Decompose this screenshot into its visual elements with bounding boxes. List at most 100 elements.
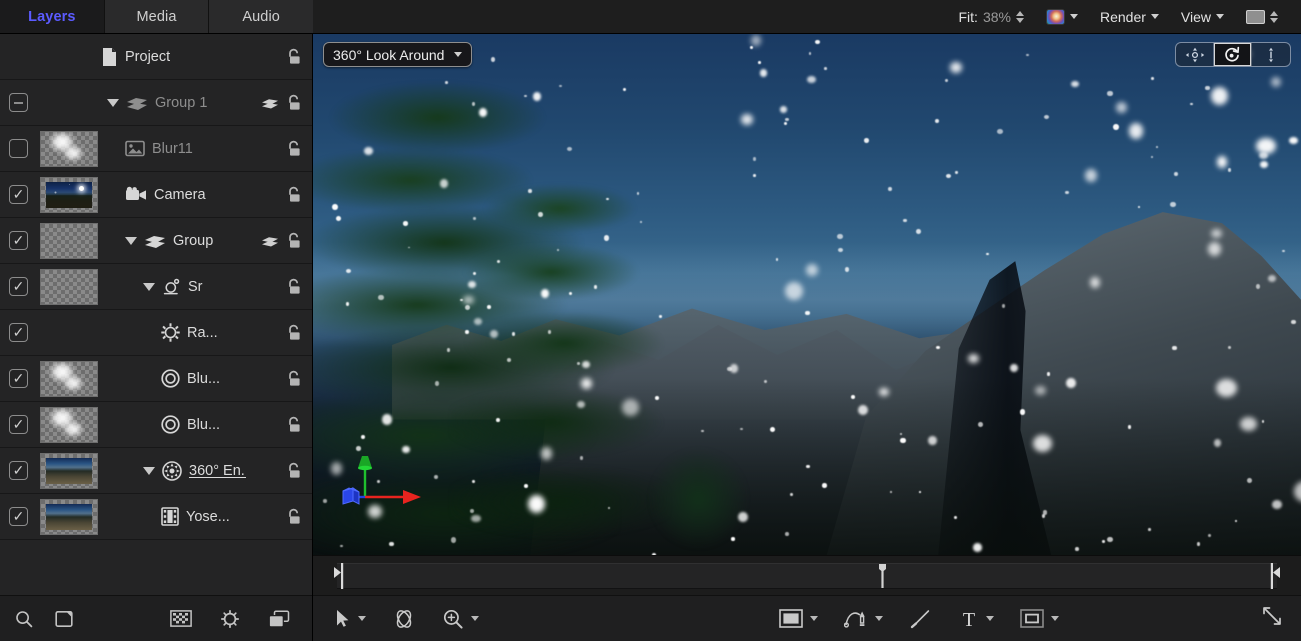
row-name-cell[interactable]: Camera [101, 186, 250, 203]
paint-stroke-tool[interactable] [909, 608, 933, 630]
lock-open-icon[interactable] [286, 48, 302, 65]
layer-row[interactable]: Group 1 [0, 80, 312, 126]
orbit-view-button[interactable] [1214, 43, 1252, 66]
disclosure-triangle-icon[interactable] [143, 283, 155, 291]
layer-visibility-checkbox[interactable] [9, 369, 28, 388]
timeline-track[interactable] [337, 563, 1277, 589]
canvas-viewport[interactable]: 360° Look Around [313, 34, 1301, 555]
chevron-down-icon[interactable] [875, 616, 883, 621]
orbit-atom-icon[interactable] [392, 608, 416, 630]
rectangle-shape-icon[interactable] [779, 609, 803, 628]
row-checkbox-cell[interactable] [0, 93, 37, 112]
text-t-icon[interactable]: T [959, 608, 979, 630]
chevron-down-icon[interactable] [1051, 616, 1059, 621]
magnifier-plus-icon[interactable] [442, 608, 464, 630]
out-point-marker[interactable] [1269, 563, 1281, 589]
text-tool[interactable]: T [959, 608, 994, 630]
disclosure-triangle-icon[interactable] [125, 237, 137, 245]
fit-stepper-icon[interactable] [1016, 11, 1024, 23]
layer-row[interactable]: Blu... [0, 356, 312, 402]
layer-row[interactable]: Blu... [0, 402, 312, 448]
layer-row[interactable]: Yose... [0, 494, 312, 540]
lock-open-icon[interactable] [286, 94, 302, 111]
row-checkbox-cell[interactable] [0, 185, 37, 204]
lock-open-icon[interactable] [286, 370, 302, 387]
row-checkbox-cell[interactable] [0, 139, 37, 158]
tab-audio[interactable]: Audio [209, 0, 313, 33]
fit-zoom-control[interactable]: Fit: 38% [948, 4, 1035, 30]
fullscreen-toggle-icon[interactable] [1261, 605, 1283, 627]
tab-media[interactable]: Media [105, 0, 210, 33]
chevron-down-icon[interactable] [1070, 14, 1078, 19]
3d-transform-tool[interactable] [392, 608, 416, 630]
chevron-down-icon[interactable] [358, 616, 366, 621]
gear-icon[interactable] [220, 609, 240, 629]
row-checkbox-cell[interactable] [0, 415, 37, 434]
3d-axis-gizmo[interactable] [341, 447, 427, 513]
layer-row[interactable]: Sr [0, 264, 312, 310]
lock-open-icon[interactable] [286, 508, 302, 525]
row-name-cell[interactable]: 360° En... [101, 461, 250, 481]
layer-visibility-checkbox[interactable] [9, 507, 28, 526]
row-name-cell[interactable]: Ra... [101, 323, 250, 342]
lock-open-icon[interactable] [286, 416, 302, 433]
chevron-down-icon[interactable] [986, 616, 994, 621]
layer-visibility-checkbox[interactable] [9, 185, 28, 204]
pan-view-button[interactable] [1176, 43, 1214, 66]
view-menu[interactable]: View [1170, 4, 1235, 30]
chevron-down-icon[interactable] [810, 616, 818, 621]
row-checkbox-cell[interactable] [0, 369, 37, 388]
in-point-marker[interactable] [333, 563, 345, 589]
layer-row[interactable]: 360° En... [0, 448, 312, 494]
row-checkbox-cell[interactable] [0, 461, 37, 480]
layer-row-project[interactable]: Project [0, 34, 312, 80]
chevron-down-icon[interactable] [1151, 14, 1159, 19]
row-checkbox-cell[interactable] [0, 277, 37, 296]
zoom-tool[interactable] [442, 608, 479, 630]
disclosure-triangle-icon[interactable] [107, 99, 119, 107]
mini-timeline[interactable] [313, 555, 1301, 595]
row-name-cell[interactable]: Yose... [101, 507, 250, 526]
dolly-view-button[interactable] [1252, 43, 1290, 66]
row-checkbox-cell[interactable] [0, 323, 37, 342]
layer-row[interactable]: Ra... [0, 310, 312, 356]
paint-brush-icon[interactable] [909, 608, 933, 630]
playhead[interactable] [878, 564, 887, 588]
layer-visibility-checkbox[interactable] [9, 231, 28, 250]
row-name-cell[interactable]: Sr [101, 277, 250, 296]
search-icon[interactable] [14, 609, 34, 629]
lock-open-icon[interactable] [286, 186, 302, 203]
lock-open-icon[interactable] [286, 232, 302, 249]
row-name-cell[interactable]: Group [101, 231, 250, 250]
chevron-down-icon[interactable] [471, 616, 479, 621]
layers-list[interactable]: Project Group 1 Blur11 Camera Group Sr Ra... Bl… [0, 34, 312, 595]
disclosure-triangle-icon[interactable] [143, 467, 155, 475]
chevron-down-icon[interactable] [454, 52, 462, 57]
layer-row[interactable]: Blur11 [0, 126, 312, 172]
layer-visibility-checkbox[interactable] [9, 461, 28, 480]
layer-visibility-checkbox[interactable] [9, 415, 28, 434]
chevron-down-icon[interactable] [1216, 14, 1224, 19]
render-quality-color-control[interactable] [1035, 4, 1089, 30]
row-name-cell[interactable]: Group 1 [101, 93, 250, 112]
row-name-cell[interactable]: Blu... [101, 369, 250, 388]
bezier-pen-icon[interactable] [844, 608, 868, 630]
row-name-cell[interactable]: Blu... [101, 415, 250, 434]
duplicate-icon[interactable] [268, 610, 290, 628]
add-layer-icon[interactable] [54, 609, 74, 629]
row-checkbox-cell[interactable] [0, 507, 37, 526]
render-menu[interactable]: Render [1089, 4, 1170, 30]
layer-visibility-checkbox[interactable] [9, 139, 28, 158]
layer-visibility-checkbox[interactable] [9, 323, 28, 342]
layer-visibility-checkbox[interactable] [9, 277, 28, 296]
row-name-cell[interactable]: Blur11 [101, 140, 250, 157]
lock-open-icon[interactable] [286, 278, 302, 295]
layer-row[interactable]: Group [0, 218, 312, 264]
arrow-cursor-icon[interactable] [335, 609, 351, 628]
layer-row[interactable]: Camera [0, 172, 312, 218]
row-checkbox-cell[interactable] [0, 231, 37, 250]
tab-layers[interactable]: Layers [0, 0, 105, 33]
checkerboard-icon[interactable] [170, 610, 192, 627]
lock-open-icon[interactable] [286, 462, 302, 479]
mask-tool[interactable] [1020, 609, 1059, 628]
